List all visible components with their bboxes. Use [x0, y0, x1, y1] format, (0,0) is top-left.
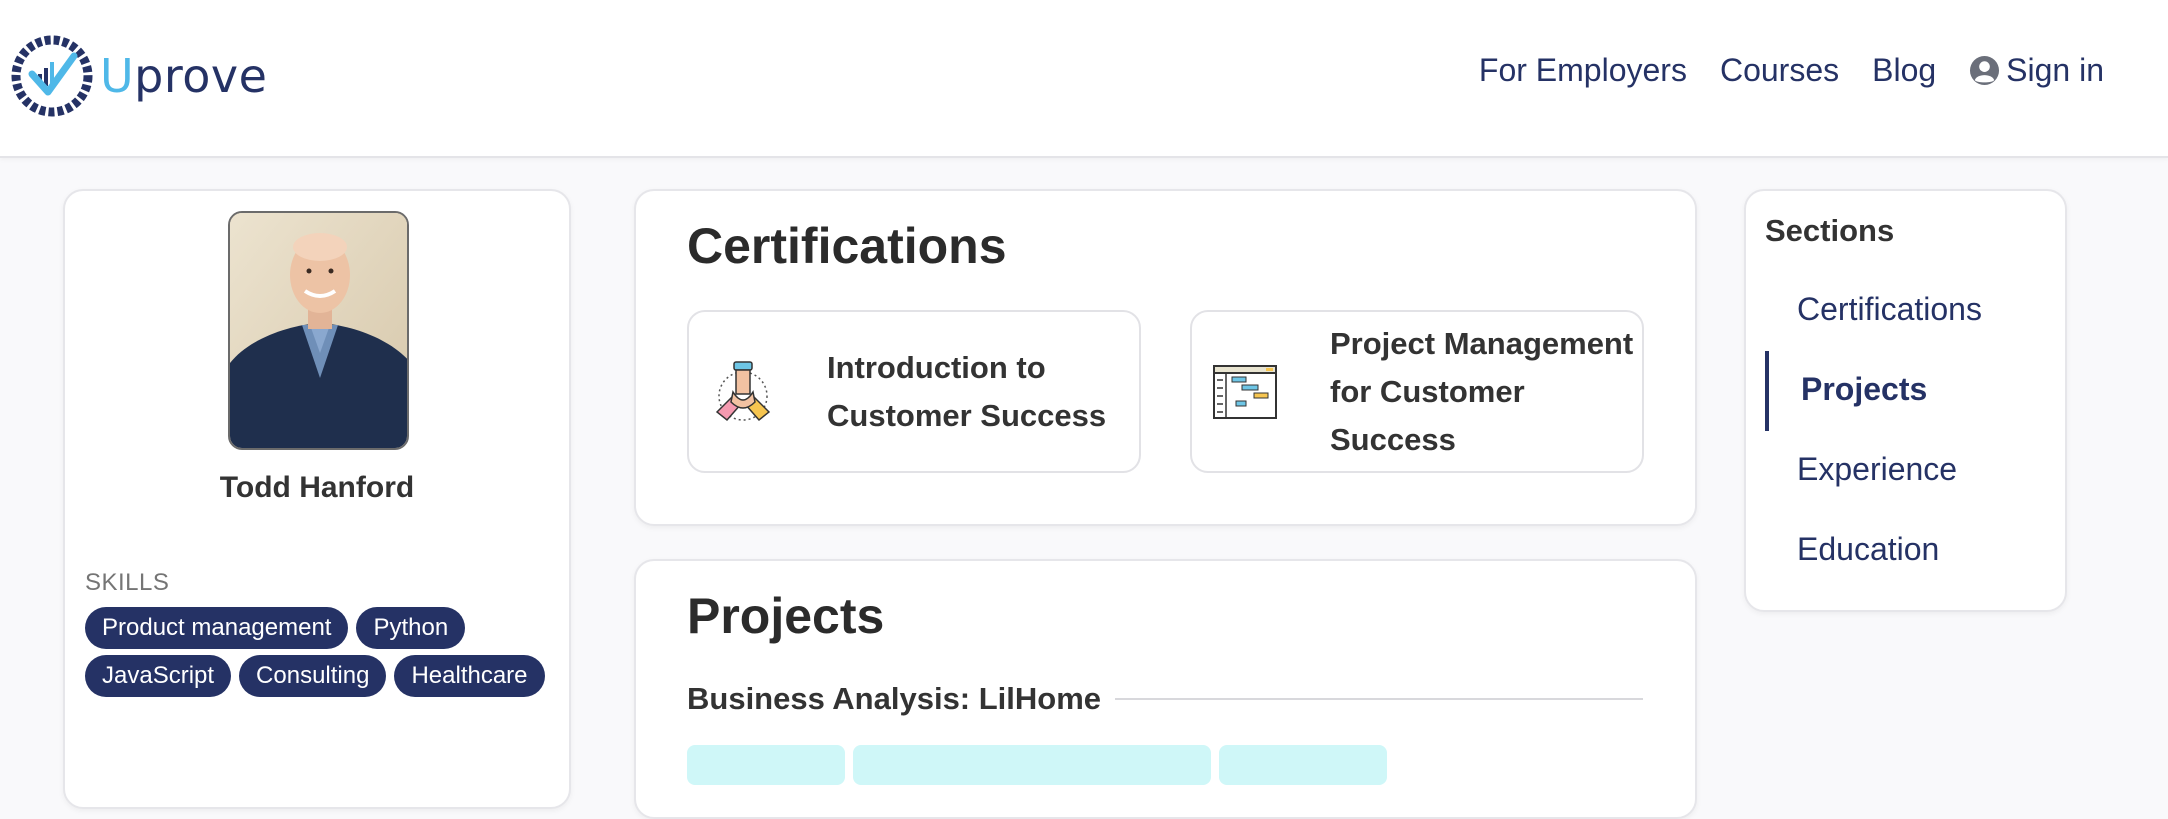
projects-title: Projects [687, 588, 885, 644]
projects-section: Projects Business Analysis: LilHome [634, 559, 1697, 819]
project-heading: Business Analysis: LilHome [687, 681, 1643, 717]
skills-label: SKILLS [85, 569, 170, 596]
skill-tag: Healthcare [394, 655, 545, 697]
user-circle-icon [1970, 55, 2000, 86]
profile-name: Todd Hanford [219, 471, 415, 504]
teamwork-hands-icon [715, 360, 771, 421]
skill-tag: JavaScript [85, 655, 232, 697]
skills-list: Product management Python JavaScript Con… [85, 607, 555, 703]
divider [1115, 698, 1643, 700]
section-link-education[interactable]: Education [1797, 531, 1939, 568]
skill-tag: Python [356, 607, 466, 649]
certification-title: Introduction to Customer Success [827, 349, 1107, 433]
active-section-indicator [1765, 351, 1769, 431]
certification-card[interactable]: Introduction to Customer Success [687, 310, 1141, 473]
section-link-certifications[interactable]: Certifications [1797, 291, 1982, 328]
project-tags [687, 745, 1395, 785]
certification-title: Project Management for Customer Success [1330, 325, 1634, 457]
main-nav: For Employers Courses Blog Sign in [1479, 52, 2104, 89]
section-link-experience[interactable]: Experience [1797, 451, 1957, 488]
skill-tag: Product management [85, 607, 349, 649]
section-link-projects[interactable]: Projects [1801, 371, 1927, 408]
nav-courses[interactable]: Courses [1720, 52, 1839, 89]
gantt-chart-icon [1213, 364, 1277, 419]
sections-title: Sections [1765, 213, 1895, 248]
sections-nav: Sections Certifications Projects Experie… [1744, 189, 2067, 612]
certifications-section: Certifications Introduction to Customer … [634, 189, 1697, 526]
nav-for-employers[interactable]: For Employers [1479, 52, 1687, 89]
project-title: Business Analysis: LilHome [687, 681, 1102, 716]
project-tag [687, 745, 845, 785]
profile-photo-image [230, 213, 407, 448]
certification-card[interactable]: Project Management for Customer Success [1190, 310, 1644, 473]
certifications-title: Certifications [687, 218, 1007, 274]
logo-wordmark: Uprove [100, 49, 268, 103]
uprove-logo[interactable]: Uprove [10, 34, 267, 118]
sign-in-label: Sign in [2006, 52, 2104, 88]
profile-card: Todd Hanford SKILLS Product management P… [63, 189, 571, 809]
nav-sign-in[interactable]: Sign in [1969, 52, 2104, 89]
top-header: Uprove For Employers Courses Blog Sign i… [0, 0, 2168, 158]
project-tag [1219, 745, 1387, 785]
profile-photo [228, 211, 409, 450]
nav-blog[interactable]: Blog [1872, 52, 1936, 89]
project-tag [853, 745, 1211, 785]
uprove-logo-icon [11, 35, 93, 117]
skill-tag: Consulting [239, 655, 387, 697]
